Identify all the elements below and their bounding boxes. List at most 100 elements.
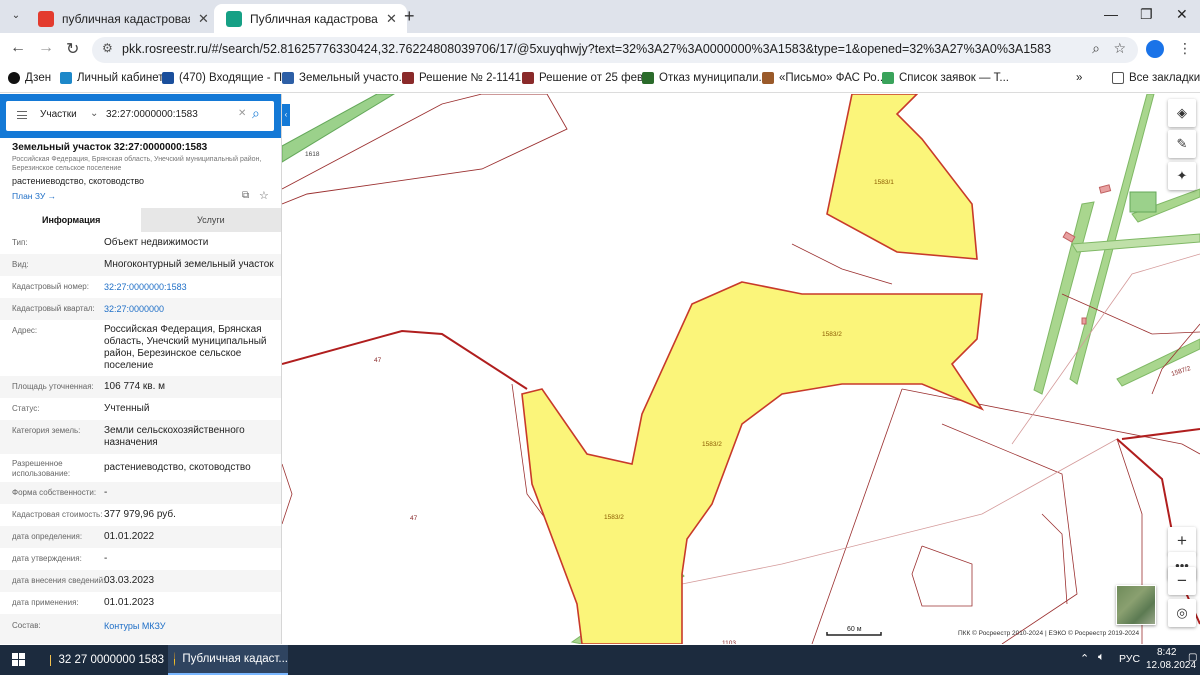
chevron-down-icon[interactable]: ⌄ bbox=[90, 108, 98, 119]
tab-inactive[interactable]: публичная кадастровая карта ✕ bbox=[26, 4, 219, 33]
district-boundary bbox=[282, 329, 528, 390]
district-boundary bbox=[1121, 428, 1200, 440]
info-panel: Участки ⌄ 32:27:0000000:1583 ✕ ⌕ Земельн… bbox=[0, 94, 282, 644]
green-road-shape bbox=[282, 94, 395, 163]
bookmark-item[interactable]: Дзен bbox=[8, 72, 51, 84]
zoom-in-button[interactable]: + bbox=[1168, 527, 1196, 555]
parcel-boundary bbox=[1041, 513, 1068, 605]
info-row-cadastral-number: Кадастровый номер: 32:27:0000000:1583 bbox=[0, 276, 281, 298]
parcel-title: Земельный участок 32:27:0000000:1583 bbox=[12, 142, 208, 153]
bookmark-item[interactable]: Решение № 2-1141... bbox=[402, 72, 531, 84]
ruler-icon[interactable]: ✎ bbox=[1168, 130, 1196, 158]
close-tab-icon[interactable]: ✕ bbox=[386, 11, 397, 27]
parcel-boundary bbox=[811, 388, 903, 644]
bookmark-item[interactable]: Отказ муниципали... bbox=[642, 72, 768, 84]
reload-icon[interactable]: ↻ bbox=[66, 39, 79, 59]
zoom-out-button[interactable]: − bbox=[1168, 567, 1196, 595]
search-input[interactable]: 32:27:0000000:1583 bbox=[106, 109, 198, 120]
parcel-boundary-faint bbox=[1011, 253, 1200, 445]
bookmark-item[interactable]: (470) Входящие - П... bbox=[162, 72, 292, 84]
language-indicator[interactable]: РУС bbox=[1119, 653, 1140, 665]
volume-icon[interactable]: 🔈︎ bbox=[1098, 651, 1105, 664]
maximize-button[interactable]: ❐ bbox=[1140, 6, 1153, 23]
scale-label: 60 м bbox=[847, 626, 862, 633]
info-row-address: Адрес: Российская Федерация, Брянская об… bbox=[12, 324, 267, 371]
tray-chevron-up-icon[interactable]: ⌃ bbox=[1080, 652, 1089, 665]
bookmark-item[interactable]: Личный кабинет bbox=[60, 72, 164, 84]
contours-link[interactable]: Контуры МКЗУ bbox=[104, 620, 274, 632]
back-arrow-icon[interactable]: ← bbox=[10, 39, 26, 57]
new-tab-button[interactable]: + bbox=[404, 6, 415, 27]
basemap-switcher[interactable] bbox=[1116, 585, 1156, 625]
map-canvas[interactable]: 1583/1 1583/2 1583/2 1583/2 47 47 1618 1… bbox=[282, 94, 1200, 644]
minimize-button[interactable]: — bbox=[1104, 6, 1118, 22]
tab-services[interactable]: Услуги bbox=[141, 208, 281, 232]
parcel-subtitle: Российская Федерация, Брянская область, … bbox=[12, 156, 262, 172]
cadastral-number-link[interactable]: 32:27:0000000:1583 bbox=[104, 281, 274, 293]
collapse-panel-button[interactable]: ‹ bbox=[282, 104, 290, 126]
parcel-boundary-faint bbox=[681, 438, 1118, 585]
print-icon[interactable]: ⧉ bbox=[242, 190, 249, 201]
info-row-cadastral-quarter: Кадастровый квартал: 32:27:0000000 bbox=[0, 298, 281, 320]
cabinet-icon bbox=[60, 72, 72, 84]
profile-avatar[interactable] bbox=[1146, 40, 1164, 58]
clear-icon[interactable]: ✕ bbox=[238, 108, 246, 119]
locate-icon[interactable]: ✦ bbox=[1168, 162, 1196, 190]
parcel-boundary bbox=[941, 423, 1078, 644]
notification-icon[interactable]: ▢ bbox=[1188, 652, 1197, 663]
zoom-icon[interactable]: ⌕ bbox=[1092, 40, 1100, 57]
map-label-contour: 1583/2 bbox=[702, 441, 722, 448]
search-type-select[interactable]: Участки bbox=[40, 109, 77, 120]
cadastral-map[interactable]: 1583/1 1583/2 1583/2 1583/2 47 47 1618 1… bbox=[282, 94, 1200, 644]
close-tab-icon[interactable]: ✕ bbox=[198, 11, 209, 27]
folder-icon bbox=[1112, 72, 1124, 84]
green-road-shape bbox=[1116, 338, 1200, 387]
fas-icon bbox=[762, 72, 774, 84]
tab-active[interactable]: Публичная кадастровая карт ✕ bbox=[214, 4, 407, 33]
map-label-parcel: 1618 bbox=[305, 151, 320, 158]
parcel-boundary bbox=[791, 243, 893, 285]
browser-menu-icon[interactable]: ⋮ bbox=[1178, 40, 1192, 57]
search-icon[interactable]: ⌕ bbox=[252, 105, 260, 122]
menu-icon[interactable] bbox=[17, 111, 27, 119]
site-info-icon[interactable]: ⚙ bbox=[102, 41, 113, 55]
bookmark-item[interactable]: «Письмо» ФАС Ро... bbox=[762, 72, 886, 84]
building-shape bbox=[1098, 184, 1112, 194]
taskbar-browser-item[interactable]: Публичная кадаст... bbox=[168, 645, 288, 675]
info-row-cadastral-value: Кадастровая стоимость: 377 979,96 руб. bbox=[12, 509, 176, 520]
bookmark-star-icon[interactable]: ☆ bbox=[1113, 40, 1126, 57]
info-row-date-determined: дата определения: 01.01.2022 bbox=[0, 526, 281, 548]
bookmark-item[interactable]: Решение от 25 фев... bbox=[522, 72, 653, 84]
tab-title: публичная кадастровая карта bbox=[62, 11, 190, 26]
tab-search-button[interactable]: ⌄ bbox=[6, 6, 26, 26]
bookmark-item[interactable]: Список заявок — Т... bbox=[882, 72, 1009, 84]
contour-1583-2-shape[interactable] bbox=[521, 281, 985, 644]
chrome-icon bbox=[174, 652, 176, 666]
close-window-button[interactable]: ✕ bbox=[1176, 6, 1188, 23]
layers-icon[interactable]: ◈ bbox=[1168, 99, 1196, 127]
compass-icon[interactable]: ◎ bbox=[1168, 599, 1196, 627]
forward-arrow-icon[interactable]: → bbox=[38, 39, 54, 57]
cadastral-quarter-link[interactable]: 32:27:0000000 bbox=[104, 303, 274, 315]
info-row-kind: Вид: Многоконтурный земельный участок bbox=[0, 254, 281, 276]
favorite-star-icon[interactable]: ☆ bbox=[259, 189, 269, 202]
taskbar-folder-item[interactable]: 32 27 0000000 1583 bbox=[44, 645, 164, 675]
url-text: pkk.rosreestr.ru/#/search/52.81625776330… bbox=[122, 42, 1052, 56]
plan-link[interactable]: План ЗУ → bbox=[12, 191, 56, 201]
bookmarks-overflow-icon[interactable]: » bbox=[1076, 72, 1082, 84]
parcel-boundary bbox=[282, 463, 293, 525]
contour-1583-1-shape[interactable] bbox=[826, 94, 978, 260]
all-bookmarks[interactable]: Все закладки bbox=[1112, 72, 1200, 84]
mail-icon bbox=[162, 72, 174, 84]
windows-start-icon[interactable] bbox=[12, 653, 26, 667]
yandex-favicon-icon bbox=[38, 10, 54, 27]
bookmark-item[interactable]: Земельный участо... bbox=[282, 72, 408, 84]
clock-time[interactable]: 8:42 bbox=[1157, 647, 1176, 658]
info-row-area: Площадь уточненная: 106 774 кв. м bbox=[0, 376, 281, 398]
info-row-date-applied: дата применения: 01.01.2023 bbox=[12, 597, 155, 608]
info-row-land-category: Категория земель: Земли сельскохозяйстве… bbox=[0, 420, 281, 454]
tab-info[interactable]: Информация bbox=[0, 208, 141, 232]
map-label-contour: 1583/2 bbox=[822, 331, 842, 338]
info-row-permitted-use: Разрешенное использование: растениеводст… bbox=[12, 459, 251, 478]
info-row-composition: Состав: Контуры МКЗУ bbox=[0, 614, 281, 644]
